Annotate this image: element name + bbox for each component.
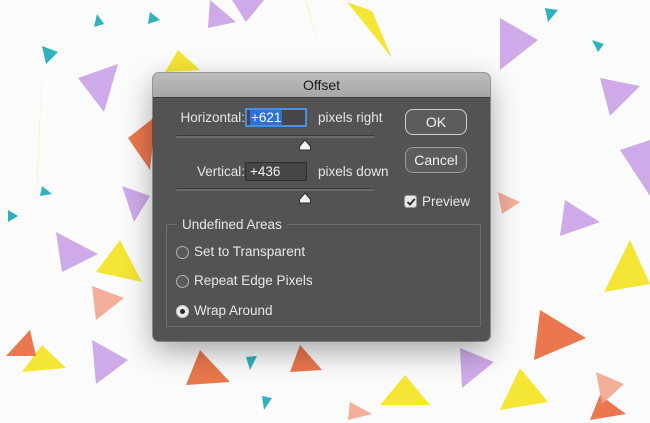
triangle-shape [620,140,650,196]
ok-button[interactable]: OK [405,109,467,135]
triangle-shape [534,310,586,360]
dialog-titlebar[interactable]: Offset [153,73,490,98]
radio-wrap-around[interactable] [176,305,189,318]
triangle-shape [40,186,52,196]
triangle-shape [498,192,520,214]
vertical-label: Vertical: [196,164,245,179]
triangle-shape [600,78,640,116]
triangle-shape [186,350,230,385]
triangle-shape [92,340,128,384]
triangle-shape [122,186,150,222]
triangle-shape [500,18,538,70]
checkmark-icon [406,198,416,206]
triangle-shape [380,375,430,405]
radio-set-to-transparent[interactable] [176,246,189,259]
triangle-shape [208,0,236,28]
triangle-shape [590,395,626,420]
vertical-slider-thumb-icon[interactable] [298,192,312,204]
radio-label-set-to-transparent: Set to Transparent [194,244,306,259]
triangle-shape [290,345,322,372]
vertical-slider-track[interactable] [175,188,375,191]
vertical-unit-label: pixels down [318,164,389,179]
horizontal-slider-thumb-icon[interactable] [298,139,312,151]
triangle-shape [262,396,272,410]
radio-label-repeat-edge-pixels: Repeat Edge Pixels [194,273,313,288]
triangle-shape [56,232,98,272]
triangle-shape [348,402,372,420]
dialog-title: Offset [302,77,341,93]
preview-label: Preview [422,194,471,209]
triangle-shape [8,210,18,222]
horizontal-label: Horizontal: [180,110,245,125]
radio-repeat-edge-pixels[interactable] [176,275,189,288]
triangle-shape [592,40,604,52]
triangle-shape [604,240,650,292]
cancel-button[interactable]: Cancel [405,147,467,173]
horizontal-offset-value: +621 [250,110,283,125]
triangle-shape [148,12,160,24]
triangle-shape [246,356,257,370]
horizontal-unit-label: pixels right [318,110,383,125]
horizontal-slider-track[interactable] [175,135,375,138]
horizontal-offset-input[interactable]: +621 [245,108,307,127]
triangle-shape [128,116,156,170]
triangle-shape [165,50,200,72]
triangle-shape [232,0,264,22]
triangle-shape [92,286,124,320]
triangle-shape [78,64,118,112]
triangle-shape [96,240,142,282]
vertical-offset-value: +436 [250,164,281,179]
triangle-shape [500,368,548,410]
triangle-shape [347,2,392,58]
triangle-shape [94,14,104,27]
triangle-shape [460,348,494,388]
undefined-areas-title: Undefined Areas [177,217,287,232]
triangle-shape [560,200,600,236]
offset-dialog: Offset Horizontal: +621 pixels right Ver… [153,73,490,341]
vertical-offset-input[interactable]: +436 [245,162,307,181]
preview-checkbox[interactable] [404,195,417,208]
triangle-shape [545,8,558,22]
triangle-shape [42,46,58,64]
radio-label-wrap-around: Wrap Around [194,303,273,318]
triangle-shape [305,0,319,45]
triangle-shape [6,330,36,356]
